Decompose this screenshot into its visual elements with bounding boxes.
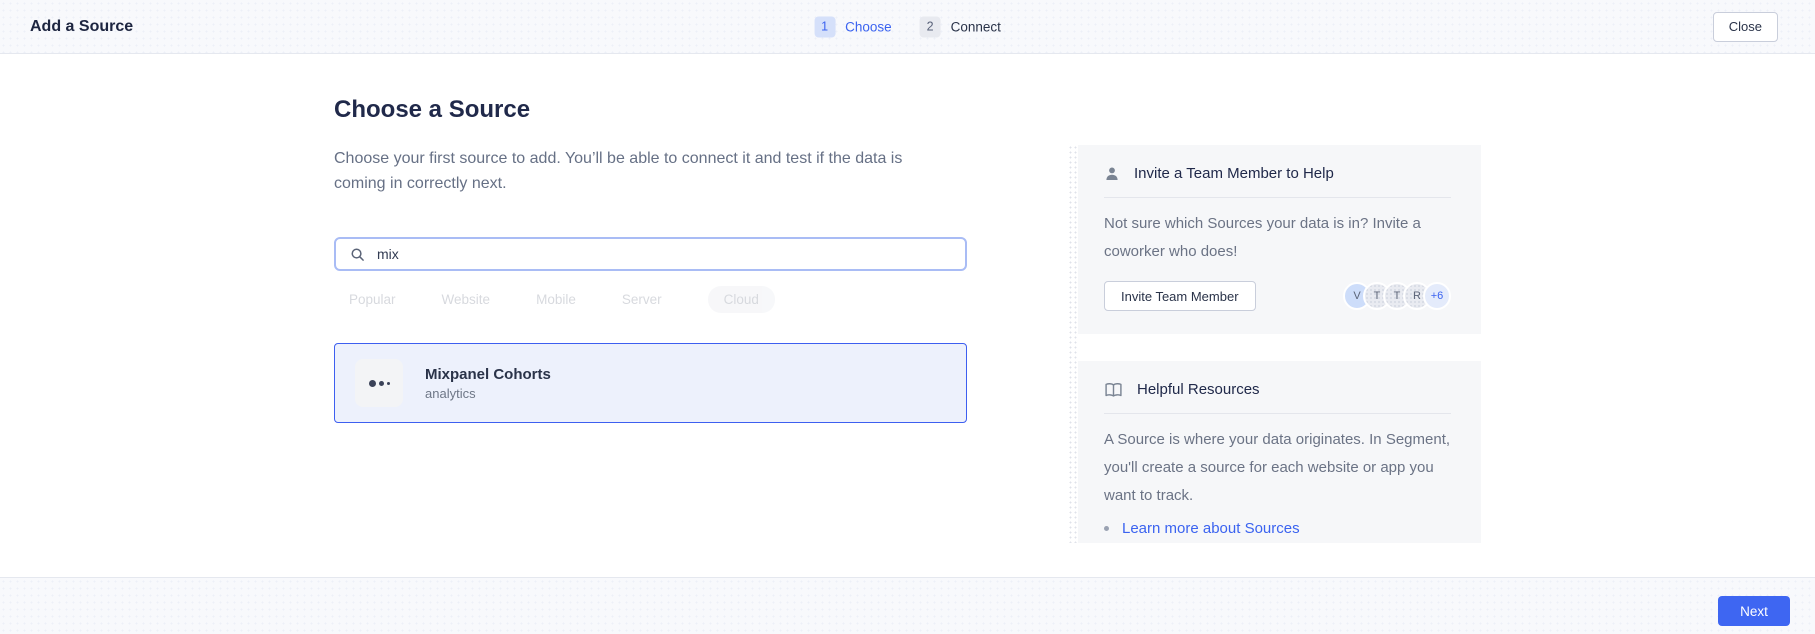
category-tabs: Popular Website Mobile Server Cloud <box>349 286 775 313</box>
main-description: Choose your first source to add. You’ll … <box>334 146 934 196</box>
search-icon <box>350 247 365 262</box>
source-search-box[interactable] <box>334 237 967 271</box>
invite-card-body: Not sure which Sources your data is in? … <box>1104 210 1451 266</box>
tab-popular[interactable]: Popular <box>349 286 396 313</box>
step-number-badge: 1 <box>814 16 835 37</box>
step-number-badge: 2 <box>920 16 941 37</box>
stepper: 1 Choose 2 Connect <box>814 16 1001 37</box>
step-choose[interactable]: 1 Choose <box>814 16 892 37</box>
source-result-title: Mixpanel Cohorts <box>425 366 551 383</box>
invite-card-title: Invite a Team Member to Help <box>1134 165 1334 182</box>
divider <box>1104 197 1451 198</box>
bullet-icon <box>1104 526 1109 531</box>
step-label: Choose <box>845 19 892 34</box>
sidebar-texture-strip <box>1068 145 1078 543</box>
source-result-text: Mixpanel Cohorts analytics <box>425 366 551 401</box>
resources-card-title: Helpful Resources <box>1137 381 1260 398</box>
main-heading: Choose a Source <box>334 96 530 124</box>
invite-actions-row: Invite Team Member V T T R +6 <box>1104 281 1451 311</box>
team-avatars: V T T R +6 <box>1343 282 1451 310</box>
top-bar: Add a Source 1 Choose 2 Connect Close <box>0 0 1815 54</box>
tab-mobile[interactable]: Mobile <box>536 286 576 313</box>
next-button[interactable]: Next <box>1718 596 1790 626</box>
helpful-resources-card: Helpful Resources A Source is where your… <box>1078 361 1481 543</box>
invite-team-member-card: Invite a Team Member to Help Not sure wh… <box>1078 145 1481 334</box>
learn-more-sources-link[interactable]: Learn more about Sources <box>1122 520 1300 537</box>
close-button[interactable]: Close <box>1713 12 1778 42</box>
search-input[interactable] <box>375 245 955 263</box>
resources-card-header: Helpful Resources <box>1104 381 1451 398</box>
bottom-bar: Next <box>0 577 1815 634</box>
mixpanel-logo-icon <box>355 359 403 407</box>
tab-cloud[interactable]: Cloud <box>708 286 775 313</box>
avatar-overflow-count[interactable]: +6 <box>1423 282 1451 310</box>
page-title: Add a Source <box>30 18 133 36</box>
step-connect[interactable]: 2 Connect <box>920 16 1001 37</box>
divider <box>1104 413 1451 414</box>
resource-link-item: Learn more about Sources <box>1104 520 1451 537</box>
step-label: Connect <box>951 19 1001 34</box>
tab-website[interactable]: Website <box>442 286 491 313</box>
source-result-mixpanel-cohorts[interactable]: Mixpanel Cohorts analytics <box>334 343 967 423</box>
tab-server[interactable]: Server <box>622 286 662 313</box>
invite-card-header: Invite a Team Member to Help <box>1104 165 1451 182</box>
book-icon <box>1104 382 1123 398</box>
invite-team-member-button[interactable]: Invite Team Member <box>1104 281 1256 311</box>
resources-card-body: A Source is where your data originates. … <box>1104 426 1451 510</box>
source-result-subtitle: analytics <box>425 386 551 401</box>
person-icon <box>1104 166 1120 182</box>
